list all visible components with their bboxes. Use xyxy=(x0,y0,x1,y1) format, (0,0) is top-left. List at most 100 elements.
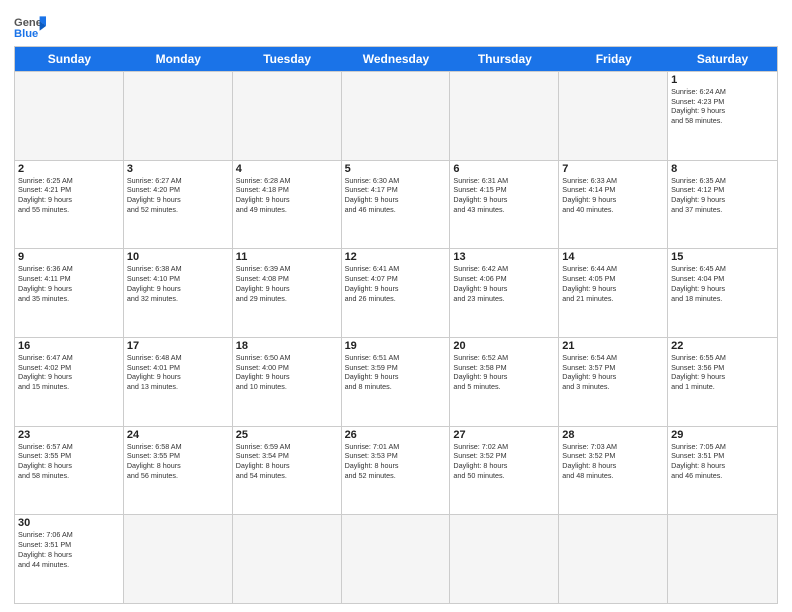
weekday-header-tuesday: Tuesday xyxy=(233,47,342,71)
day-info: Sunrise: 6:41 AM Sunset: 4:07 PM Dayligh… xyxy=(345,264,447,303)
weekday-header-wednesday: Wednesday xyxy=(342,47,451,71)
day-cell-30: 30Sunrise: 7:06 AM Sunset: 3:51 PM Dayli… xyxy=(15,515,124,603)
calendar-row-6: 30Sunrise: 7:06 AM Sunset: 3:51 PM Dayli… xyxy=(15,514,777,603)
day-cell-18: 18Sunrise: 6:50 AM Sunset: 4:00 PM Dayli… xyxy=(233,338,342,426)
day-number: 13 xyxy=(453,251,555,263)
empty-cell xyxy=(450,72,559,160)
day-cell-5: 5Sunrise: 6:30 AM Sunset: 4:17 PM Daylig… xyxy=(342,161,451,249)
day-info: Sunrise: 6:44 AM Sunset: 4:05 PM Dayligh… xyxy=(562,264,664,303)
day-cell-8: 8Sunrise: 6:35 AM Sunset: 4:12 PM Daylig… xyxy=(668,161,777,249)
weekday-header-monday: Monday xyxy=(124,47,233,71)
day-number: 4 xyxy=(236,163,338,175)
logo-icon: General Blue xyxy=(14,10,46,42)
day-info: Sunrise: 6:58 AM Sunset: 3:55 PM Dayligh… xyxy=(127,442,229,481)
day-cell-15: 15Sunrise: 6:45 AM Sunset: 4:04 PM Dayli… xyxy=(668,249,777,337)
day-cell-14: 14Sunrise: 6:44 AM Sunset: 4:05 PM Dayli… xyxy=(559,249,668,337)
day-cell-12: 12Sunrise: 6:41 AM Sunset: 4:07 PM Dayli… xyxy=(342,249,451,337)
day-number: 22 xyxy=(671,340,774,352)
day-cell-28: 28Sunrise: 7:03 AM Sunset: 3:52 PM Dayli… xyxy=(559,427,668,515)
empty-cell xyxy=(124,515,233,603)
calendar-row-2: 2Sunrise: 6:25 AM Sunset: 4:21 PM Daylig… xyxy=(15,160,777,249)
calendar-row-1: 1Sunrise: 6:24 AM Sunset: 4:23 PM Daylig… xyxy=(15,71,777,160)
day-number: 8 xyxy=(671,163,774,175)
day-info: Sunrise: 6:36 AM Sunset: 4:11 PM Dayligh… xyxy=(18,264,120,303)
day-number: 14 xyxy=(562,251,664,263)
day-info: Sunrise: 6:42 AM Sunset: 4:06 PM Dayligh… xyxy=(453,264,555,303)
day-cell-1: 1Sunrise: 6:24 AM Sunset: 4:23 PM Daylig… xyxy=(668,72,777,160)
day-info: Sunrise: 6:27 AM Sunset: 4:20 PM Dayligh… xyxy=(127,176,229,215)
day-cell-4: 4Sunrise: 6:28 AM Sunset: 4:18 PM Daylig… xyxy=(233,161,342,249)
day-number: 21 xyxy=(562,340,664,352)
day-info: Sunrise: 6:57 AM Sunset: 3:55 PM Dayligh… xyxy=(18,442,120,481)
day-number: 26 xyxy=(345,429,447,441)
day-cell-29: 29Sunrise: 7:05 AM Sunset: 3:51 PM Dayli… xyxy=(668,427,777,515)
day-number: 3 xyxy=(127,163,229,175)
day-number: 1 xyxy=(671,74,774,86)
day-number: 19 xyxy=(345,340,447,352)
empty-cell xyxy=(124,72,233,160)
empty-cell xyxy=(342,515,451,603)
day-info: Sunrise: 6:33 AM Sunset: 4:14 PM Dayligh… xyxy=(562,176,664,215)
header: General Blue xyxy=(14,10,778,42)
empty-cell xyxy=(15,72,124,160)
day-info: Sunrise: 7:01 AM Sunset: 3:53 PM Dayligh… xyxy=(345,442,447,481)
weekday-header-friday: Friday xyxy=(559,47,668,71)
day-cell-22: 22Sunrise: 6:55 AM Sunset: 3:56 PM Dayli… xyxy=(668,338,777,426)
calendar-row-5: 23Sunrise: 6:57 AM Sunset: 3:55 PM Dayli… xyxy=(15,426,777,515)
day-info: Sunrise: 6:54 AM Sunset: 3:57 PM Dayligh… xyxy=(562,353,664,392)
weekday-header-saturday: Saturday xyxy=(668,47,777,71)
svg-text:Blue: Blue xyxy=(14,28,38,40)
empty-cell xyxy=(233,515,342,603)
day-number: 9 xyxy=(18,251,120,263)
empty-cell xyxy=(668,515,777,603)
empty-cell xyxy=(342,72,451,160)
day-cell-6: 6Sunrise: 6:31 AM Sunset: 4:15 PM Daylig… xyxy=(450,161,559,249)
day-number: 28 xyxy=(562,429,664,441)
page: General Blue SundayMondayTuesdayWednesda… xyxy=(0,0,792,612)
day-info: Sunrise: 7:02 AM Sunset: 3:52 PM Dayligh… xyxy=(453,442,555,481)
day-number: 18 xyxy=(236,340,338,352)
day-info: Sunrise: 6:55 AM Sunset: 3:56 PM Dayligh… xyxy=(671,353,774,392)
empty-cell xyxy=(450,515,559,603)
day-info: Sunrise: 6:47 AM Sunset: 4:02 PM Dayligh… xyxy=(18,353,120,392)
day-cell-17: 17Sunrise: 6:48 AM Sunset: 4:01 PM Dayli… xyxy=(124,338,233,426)
day-cell-2: 2Sunrise: 6:25 AM Sunset: 4:21 PM Daylig… xyxy=(15,161,124,249)
day-info: Sunrise: 6:52 AM Sunset: 3:58 PM Dayligh… xyxy=(453,353,555,392)
day-info: Sunrise: 6:38 AM Sunset: 4:10 PM Dayligh… xyxy=(127,264,229,303)
day-info: Sunrise: 7:05 AM Sunset: 3:51 PM Dayligh… xyxy=(671,442,774,481)
weekday-header-thursday: Thursday xyxy=(450,47,559,71)
day-number: 29 xyxy=(671,429,774,441)
day-info: Sunrise: 6:45 AM Sunset: 4:04 PM Dayligh… xyxy=(671,264,774,303)
empty-cell xyxy=(559,72,668,160)
day-number: 12 xyxy=(345,251,447,263)
day-number: 20 xyxy=(453,340,555,352)
day-number: 17 xyxy=(127,340,229,352)
day-info: Sunrise: 6:51 AM Sunset: 3:59 PM Dayligh… xyxy=(345,353,447,392)
day-info: Sunrise: 6:25 AM Sunset: 4:21 PM Dayligh… xyxy=(18,176,120,215)
day-cell-9: 9Sunrise: 6:36 AM Sunset: 4:11 PM Daylig… xyxy=(15,249,124,337)
calendar-header: SundayMondayTuesdayWednesdayThursdayFrid… xyxy=(15,47,777,71)
day-number: 24 xyxy=(127,429,229,441)
day-info: Sunrise: 7:06 AM Sunset: 3:51 PM Dayligh… xyxy=(18,530,120,569)
day-cell-10: 10Sunrise: 6:38 AM Sunset: 4:10 PM Dayli… xyxy=(124,249,233,337)
day-cell-11: 11Sunrise: 6:39 AM Sunset: 4:08 PM Dayli… xyxy=(233,249,342,337)
day-info: Sunrise: 6:30 AM Sunset: 4:17 PM Dayligh… xyxy=(345,176,447,215)
day-cell-21: 21Sunrise: 6:54 AM Sunset: 3:57 PM Dayli… xyxy=(559,338,668,426)
calendar: SundayMondayTuesdayWednesdayThursdayFrid… xyxy=(14,46,778,604)
day-cell-26: 26Sunrise: 7:01 AM Sunset: 3:53 PM Dayli… xyxy=(342,427,451,515)
day-cell-23: 23Sunrise: 6:57 AM Sunset: 3:55 PM Dayli… xyxy=(15,427,124,515)
day-number: 2 xyxy=(18,163,120,175)
day-cell-27: 27Sunrise: 7:02 AM Sunset: 3:52 PM Dayli… xyxy=(450,427,559,515)
day-cell-24: 24Sunrise: 6:58 AM Sunset: 3:55 PM Dayli… xyxy=(124,427,233,515)
day-number: 30 xyxy=(18,517,120,529)
day-number: 5 xyxy=(345,163,447,175)
empty-cell xyxy=(559,515,668,603)
day-number: 27 xyxy=(453,429,555,441)
empty-cell xyxy=(233,72,342,160)
day-number: 6 xyxy=(453,163,555,175)
weekday-header-sunday: Sunday xyxy=(15,47,124,71)
day-number: 15 xyxy=(671,251,774,263)
day-info: Sunrise: 6:59 AM Sunset: 3:54 PM Dayligh… xyxy=(236,442,338,481)
day-cell-20: 20Sunrise: 6:52 AM Sunset: 3:58 PM Dayli… xyxy=(450,338,559,426)
day-info: Sunrise: 6:35 AM Sunset: 4:12 PM Dayligh… xyxy=(671,176,774,215)
